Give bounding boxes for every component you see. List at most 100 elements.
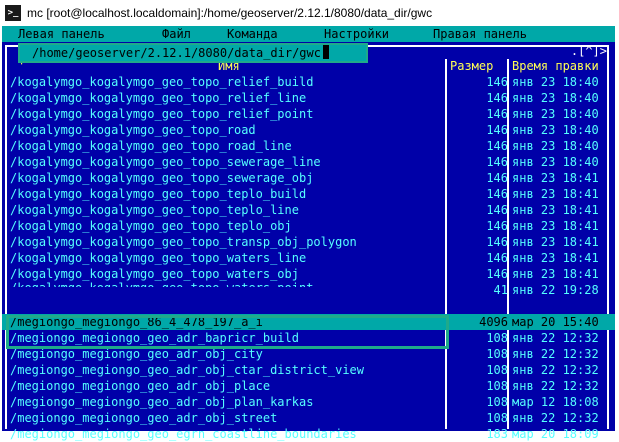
window-titlebar: >_ mc [root@localhost.localdomain]:/home… (0, 0, 619, 26)
file-name: /kogalymgo_kogalymgo_geo_topo_teplo_line (10, 203, 299, 217)
menu-file[interactable]: Файл (162, 27, 191, 41)
file-name: /kogalymgo_kogalymgo_geo_topo_sewerage_o… (10, 171, 314, 185)
file-name: /kogalymgo_kogalymgo_geo_topo_road (10, 123, 256, 137)
file-list: /kogalymgo_kogalymgo_geo_topo_relief_bui… (2, 74, 615, 442)
file-size: 108 (486, 331, 508, 345)
file-size: 108 (486, 395, 508, 409)
file-mtime: янв 23 18:41 (512, 235, 599, 249)
terminal: Левая панель Файл Команда Настройки Прав… (2, 26, 615, 441)
file-name: /kogalymgo_kogalymgo_geo_topo_sewerage_l… (10, 155, 321, 169)
file-mtime: янв 23 18:41 (512, 251, 599, 265)
window-title: mc [root@localhost.localdomain]:/home/ge… (27, 6, 433, 20)
file-name: /kogalymgo_kogalymgo_geo_topo_waters_obj (10, 267, 299, 281)
menu-bar: Левая панель Файл Команда Настройки Прав… (2, 26, 615, 42)
column-header-mtime[interactable]: Время правки (512, 59, 599, 73)
file-size: 146 (486, 203, 508, 217)
file-name: /megiongo_megiongo_geo_adr_obj_place (10, 379, 271, 393)
table-row[interactable]: /megiongo_megiongo_geo_adr_obj_street 108… (2, 410, 615, 426)
file-size: 41 (493, 283, 508, 297)
file-size: 146 (486, 155, 508, 169)
terminal-app-icon: >_ (5, 5, 21, 21)
panel-corner-controls[interactable]: .[^]> (571, 44, 607, 58)
file-mtime: янв 23 18:40 (512, 75, 599, 89)
table-row[interactable]: /kogalymgo_kogalymgo_geo_topo_transp_obj… (2, 234, 615, 250)
menu-left-panel[interactable]: Левая панель (18, 27, 105, 41)
file-name: /kogalymgo_kogalymgo_geo_topo_relief_lin… (10, 91, 307, 105)
file-name: /megiongo_megiongo_geo_adr_obj_plan_kark… (10, 395, 314, 409)
file-mtime: янв 22 12:32 (512, 347, 599, 361)
table-row[interactable]: /kogalymgo_kogalymgo_geo_topo_teplo_buil… (2, 186, 615, 202)
file-mtime: янв 22 12:32 (512, 379, 599, 393)
file-name: /kogalymgo_kogalymgo_geo_topo_transp_obj… (10, 235, 357, 249)
menu-command[interactable]: Команда (227, 27, 278, 41)
file-mtime: янв 22 12:32 (512, 411, 599, 425)
file-name: /kogalymgo_kogalymgo_geo_topo_relief_bui… (10, 75, 314, 89)
file-size: 146 (486, 219, 508, 233)
file-mtime: мар 12 18:08 (512, 395, 599, 409)
table-row[interactable]: /kogalymgo_kogalymgo_geo_topo_waters_obj… (2, 266, 615, 282)
file-size: 146 (486, 235, 508, 249)
file-mtime: янв 23 18:41 (512, 267, 599, 281)
table-row[interactable]: /megiongo_megiongo_geo_adr_obj_place 108 я… (2, 378, 615, 394)
table-row[interactable]: /kogalymgo_kogalymgo_geo_topo_sewerage_o… (2, 170, 615, 186)
file-size: 183 (486, 427, 508, 441)
file-size: 146 (486, 91, 508, 105)
current-path: /home/geoserver/2.12.1/8080/data_dir/gwc (18, 43, 368, 63)
file-mtime: янв 23 18:41 (512, 219, 599, 233)
file-mtime: янв 23 18:40 (512, 123, 599, 137)
table-row[interactable]: /megiongo_megiongo_geo_adr_obj_plan_kark… (2, 394, 615, 410)
file-size: 146 (486, 267, 508, 281)
table-row[interactable]: /megiongo_megiongo_geo_adr_obj_ctar_dist… (2, 362, 615, 378)
file-name: /megiongo_megiongo_geo_egrn_coastline_bo… (10, 427, 357, 441)
table-row[interactable]: /kogalymgo_kogalymgo_geo_topo_teplo_obj 1… (2, 218, 615, 234)
file-size: 4096 (479, 315, 508, 329)
text-cursor (322, 45, 329, 59)
file-mtime: янв 23 18:41 (512, 187, 599, 201)
menu-right-panel[interactable]: Правая панель (433, 27, 527, 41)
file-size: 108 (486, 379, 508, 393)
table-row[interactable]: /kogalymgo_kogalymgo_geo_topo_relief_bui… (2, 74, 615, 90)
file-mtime: янв 23 18:41 (512, 171, 599, 185)
file-name: /kogalymgo_kogalymgo_geo_topo_relief_poi… (10, 107, 314, 121)
file-mtime: янв 23 18:41 (512, 203, 599, 217)
file-size: 146 (486, 251, 508, 265)
file-name: /kogalymgo_kogalymgo_geo_topo_waters_lin… (10, 251, 307, 265)
file-mtime: мар 20 18:09 (512, 427, 599, 441)
file-size: 146 (486, 187, 508, 201)
file-mtime: янв 22 12:32 (512, 363, 599, 377)
file-name: /kogalymgo_kogalymgo_geo_topo_teplo_obj (10, 219, 292, 233)
file-name: /megiongo_megiongo_geo_adr_obj_street (10, 411, 278, 425)
current-path-text: /home/geoserver/2.12.1/8080/data_dir/gwc (32, 46, 321, 60)
file-mtime: янв 23 18:40 (512, 155, 599, 169)
selection-highlight (6, 315, 449, 349)
table-row[interactable]: /kogalymgo_kogalymgo_geo_topo_waters_lin… (2, 250, 615, 266)
file-mtime: янв 23 18:40 (512, 91, 599, 105)
file-size: 108 (486, 363, 508, 377)
table-row[interactable]: /kogalymgo_kogalymgo_geo_topo_relief_poi… (2, 106, 615, 122)
column-header-size[interactable]: Размер (450, 59, 493, 73)
file-name: /kogalymgo_kogalymgo_geo_topo_teplo_buil… (10, 187, 307, 201)
table-row[interactable]: /kogalymgo_kogalymgo_geo_topo_teplo_line… (2, 202, 615, 218)
file-mtime: янв 23 18:40 (512, 107, 599, 121)
file-mtime: янв 22 12:32 (512, 331, 599, 345)
file-size: 146 (486, 123, 508, 137)
file-mtime: мар 20 15:40 (512, 315, 599, 329)
file-size: 146 (486, 171, 508, 185)
file-size: 146 (486, 139, 508, 153)
file-size: 146 (486, 75, 508, 89)
file-mtime: янв 23 18:40 (512, 139, 599, 153)
table-row[interactable]: /kogalymgo_kogalymgo_geo_topo_road_line 1… (2, 138, 615, 154)
file-size: 146 (486, 107, 508, 121)
table-row[interactable]: /kogalymgo_kogalymgo_geo_topo_sewerage_l… (2, 154, 615, 170)
table-row[interactable]: /kogalymgo_kogalymgo_geo_topo_road 146 янв… (2, 122, 615, 138)
menu-settings[interactable]: Настройки (324, 27, 389, 41)
file-size: 108 (486, 411, 508, 425)
table-row[interactable]: /megiongo_megiongo_geo_egrn_coastline_bo… (2, 426, 615, 442)
table-row[interactable]: /kogalymgo_kogalymgo_geo_topo_relief_lin… (2, 90, 615, 106)
file-mtime: янв 22 19:28 (512, 283, 599, 297)
file-name: /kogalymgo_kogalymgo_geo_topo_road_line (10, 139, 292, 153)
partially-hidden-row: /kogalymgo_kogalymgo_geo_topo_waters_poi… (10, 281, 313, 287)
table-row[interactable] (2, 298, 615, 314)
file-name: /megiongo_megiongo_geo_adr_obj_ctar_dist… (10, 363, 365, 377)
file-size: 108 (486, 347, 508, 361)
